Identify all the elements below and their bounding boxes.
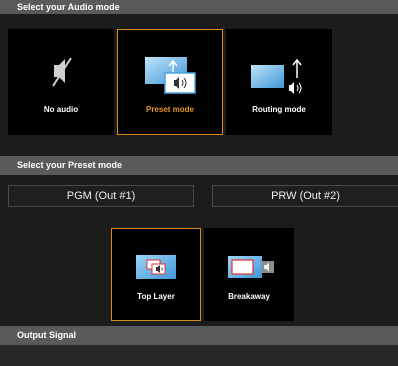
top-layer-tile[interactable]: Top Layer [111,228,201,321]
routing-mode-label: Routing mode [252,105,306,114]
pgm-output-button[interactable]: PGM (Out #1) [8,185,194,207]
preset-mode-header: Select your Preset mode [0,156,398,175]
breakaway-icon [228,256,274,278]
top-layer-label: Top Layer [137,292,175,301]
preset-mode-label: Preset mode [145,105,195,114]
routing-mode-tile[interactable]: Routing mode [226,29,332,135]
speaker-muted-icon [52,57,72,87]
audio-mode-title: Select your Audio mode [17,2,120,12]
prw-output-label: PRW (Out #2) [271,190,340,202]
no-audio-tile[interactable]: No audio [8,29,114,135]
routing-screen-icon [251,58,302,94]
audio-mode-header: Select your Audio mode [0,0,398,14]
pgm-output-label: PGM (Out #1) [66,190,136,202]
prw-output-button[interactable]: PRW (Out #2) [212,185,398,207]
top-layer-icon [136,255,176,279]
breakaway-label: Breakaway [228,292,270,301]
output-signal-header: Output Signal [0,326,398,345]
preset-mode-tile[interactable]: Preset mode [117,29,223,135]
no-audio-label: No audio [43,105,79,114]
breakaway-tile[interactable]: Breakaway [204,228,294,321]
output-signal-title: Output Signal [17,330,76,340]
preset-screen-icon [145,57,196,94]
output-signal-panel [0,345,398,366]
preset-mode-title: Select your Preset mode [17,160,123,170]
